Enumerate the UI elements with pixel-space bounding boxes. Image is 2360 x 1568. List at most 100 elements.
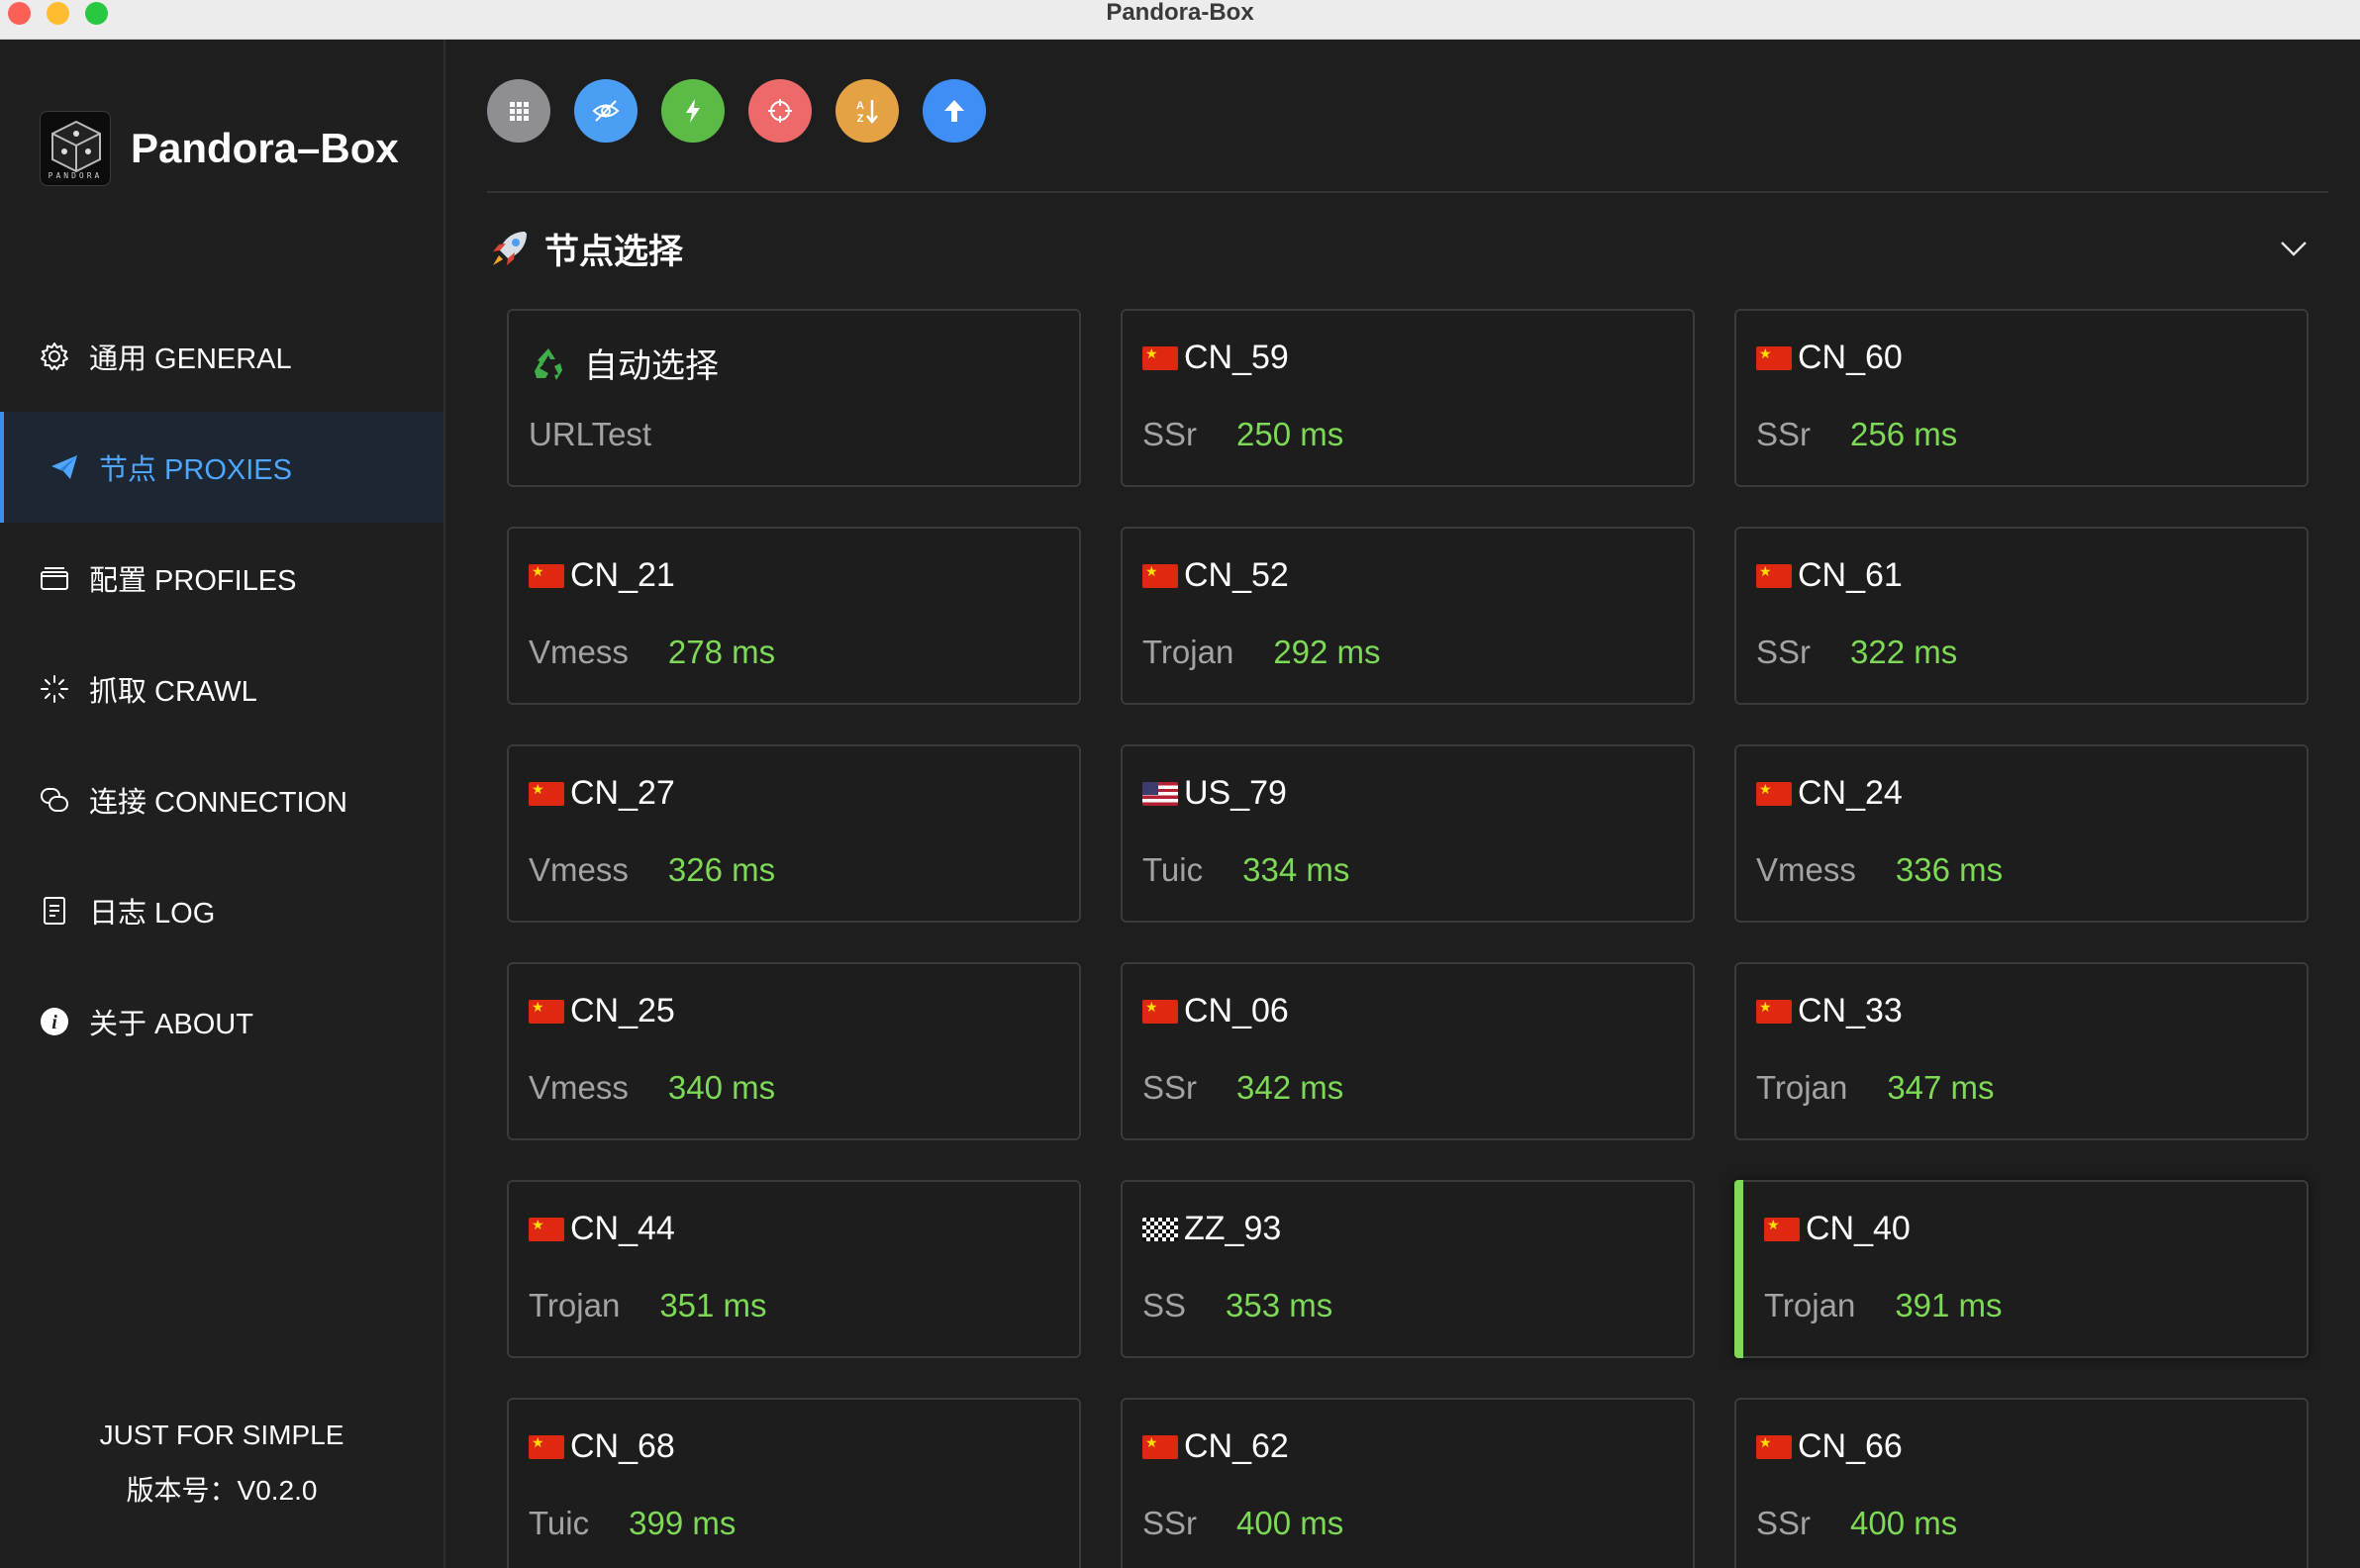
proxy-group-header[interactable]: 节点选择 <box>487 214 2328 283</box>
proxy-meta-row: URLTest <box>529 416 651 453</box>
proxy-name: 自动选择 <box>584 347 719 385</box>
sidebar-item-general[interactable]: 通用 GENERAL <box>0 301 443 412</box>
proxy-latency: 256 ms <box>1850 416 1958 452</box>
version-label: 版本号：V0.2.0 <box>126 1475 318 1506</box>
proxy-latency: 322 ms <box>1850 634 1958 670</box>
proxy-card[interactable]: CN_25 Vmess 340 ms <box>507 962 1081 1140</box>
proxy-meta-row: SSr 256 ms <box>1756 416 1957 453</box>
proxy-meta-row: Vmess 278 ms <box>529 634 775 671</box>
paper-plane-icon <box>48 450 81 484</box>
proxy-meta-row: Vmess 336 ms <box>1756 851 2003 889</box>
proxy-card[interactable]: CN_62 SSr 400 ms <box>1121 1398 1695 1568</box>
proxy-meta-row: Trojan 391 ms <box>1764 1287 2003 1324</box>
proxy-meta-row: Trojan 292 ms <box>1142 634 1381 671</box>
proxy-name: CN_62 <box>1184 1427 1289 1465</box>
folder-icon <box>38 561 71 595</box>
info-icon: i <box>38 1005 71 1038</box>
proxy-name: CN_21 <box>570 556 675 594</box>
proxy-card[interactable]: US_79 Tuic 334 ms <box>1121 744 1695 923</box>
proxy-meta-row: Vmess 326 ms <box>529 851 775 889</box>
close-window-button[interactable] <box>8 2 31 25</box>
proxy-name: CN_06 <box>1184 992 1289 1029</box>
window-title: Pandora-Box <box>1106 0 1254 26</box>
proxy-card[interactable]: CN_06 SSr 342 ms <box>1121 962 1695 1140</box>
proxy-card[interactable]: ZZ_93 SS 353 ms <box>1121 1180 1695 1358</box>
proxy-name: CN_40 <box>1806 1210 1911 1247</box>
proxy-type: Trojan <box>1756 1069 1848 1106</box>
proxy-card[interactable]: CN_27 Vmess 326 ms <box>507 744 1081 923</box>
proxy-name-row: CN_68 <box>529 1427 675 1466</box>
china-flag-icon <box>1756 563 1792 588</box>
sidebar-nav: 通用 GENERAL 节点 PROXIES 配置 PROFILES 抓取 CRAWL 连… <box>0 301 443 1077</box>
proxy-name-row: CN_25 <box>529 992 675 1030</box>
china-flag-icon <box>1142 1434 1178 1459</box>
proxy-meta-row: SS 353 ms <box>1142 1287 1332 1324</box>
proxy-latency: 278 ms <box>667 634 776 670</box>
sidebar: PANDORA Pandora–Box 通用 GENERAL 节点 PROXIES… <box>0 40 445 1568</box>
proxy-card[interactable]: 自动选择 URLTest <box>507 309 1081 487</box>
proxy-type: SSr <box>1142 1505 1198 1541</box>
proxy-card[interactable]: CN_66 SSr 400 ms <box>1734 1398 2309 1568</box>
sidebar-item-proxies[interactable]: 节点 PROXIES <box>0 412 443 523</box>
proxy-card[interactable]: CN_44 Trojan 351 ms <box>507 1180 1081 1358</box>
china-flag-icon <box>1142 999 1178 1024</box>
sidebar-item-connection[interactable]: 连接 CONNECTION <box>0 744 443 855</box>
recycle-icon <box>529 343 568 383</box>
proxy-name-row: CN_60 <box>1756 339 1903 377</box>
china-flag-icon <box>1756 345 1792 370</box>
sidebar-item-label: 配置 PROFILES <box>89 565 297 597</box>
sort-button[interactable]: AZ <box>836 79 899 143</box>
proxy-latency: 399 ms <box>629 1505 737 1541</box>
proxy-card[interactable]: CN_68 Tuic 399 ms <box>507 1398 1081 1568</box>
grid-button[interactable] <box>487 79 550 143</box>
proxy-card[interactable]: CN_61 SSr 322 ms <box>1734 527 2309 705</box>
proxy-card[interactable]: CN_59 SSr 250 ms <box>1121 309 1695 487</box>
sidebar-item-crawl[interactable]: 抓取 CRAWL <box>0 634 443 744</box>
eye-slash-button[interactable] <box>574 79 638 143</box>
proxy-meta-row: Vmess 340 ms <box>529 1069 775 1107</box>
chevron-down-icon[interactable] <box>2277 232 2311 265</box>
proxy-type: SSr <box>1142 416 1198 452</box>
proxy-card[interactable]: CN_52 Trojan 292 ms <box>1121 527 1695 705</box>
proxy-name: CN_59 <box>1184 339 1289 376</box>
proxy-name-row: CN_40 <box>1764 1210 1911 1248</box>
proxy-latency: 336 ms <box>1895 851 2004 888</box>
sidebar-item-log[interactable]: 日志 LOG <box>0 855 443 966</box>
proxy-meta-row: Trojan 351 ms <box>529 1287 767 1324</box>
upload-arrow-button[interactable] <box>923 79 986 143</box>
proxy-card[interactable]: CN_33 Trojan 347 ms <box>1734 962 2309 1140</box>
sidebar-item-about[interactable]: i 关于 ABOUT <box>0 966 443 1077</box>
china-flag-icon <box>1142 345 1178 370</box>
proxy-latency: 334 ms <box>1242 851 1350 888</box>
tagline: JUST FOR SIMPLE <box>99 1420 344 1450</box>
sidebar-item-label: 关于 ABOUT <box>89 1009 253 1040</box>
minimize-window-button[interactable] <box>47 2 69 25</box>
checkered-flag-icon <box>1142 1217 1178 1241</box>
sidebar-item-profiles[interactable]: 配置 PROFILES <box>0 523 443 634</box>
usa-flag-icon <box>1142 781 1178 806</box>
target-button[interactable] <box>748 79 812 143</box>
proxy-name-row: CN_06 <box>1142 992 1289 1030</box>
proxy-card[interactable]: CN_24 Vmess 336 ms <box>1734 744 2309 923</box>
eye-slash-icon <box>591 96 621 126</box>
proxy-meta-row: Tuic 334 ms <box>1142 851 1349 889</box>
proxy-latency: 340 ms <box>667 1069 776 1106</box>
china-flag-icon <box>529 1217 564 1241</box>
china-flag-icon <box>1764 1217 1800 1241</box>
sidebar-footer: JUST FOR SIMPLE 版本号：V0.2.0 <box>0 1408 443 1519</box>
china-flag-icon <box>529 1434 564 1459</box>
zoom-window-button[interactable] <box>85 2 108 25</box>
proxy-latency: 353 ms <box>1226 1287 1333 1323</box>
proxy-card[interactable]: CN_21 Vmess 278 ms <box>507 527 1081 705</box>
lightning-button[interactable] <box>661 79 725 143</box>
proxy-name-row: US_79 <box>1142 774 1287 813</box>
rocket-icon <box>493 232 527 265</box>
proxy-card[interactable]: CN_60 SSr 256 ms <box>1734 309 2309 487</box>
china-flag-icon <box>529 563 564 588</box>
proxy-card[interactable]: CN_40 Trojan 391 ms <box>1734 1180 2309 1358</box>
proxy-name: CN_27 <box>570 774 675 812</box>
proxy-type: SSr <box>1756 1505 1812 1541</box>
proxy-name-row: 自动选择 <box>529 339 719 387</box>
proxy-name-row: CN_27 <box>529 774 675 813</box>
china-flag-icon <box>1756 781 1792 806</box>
